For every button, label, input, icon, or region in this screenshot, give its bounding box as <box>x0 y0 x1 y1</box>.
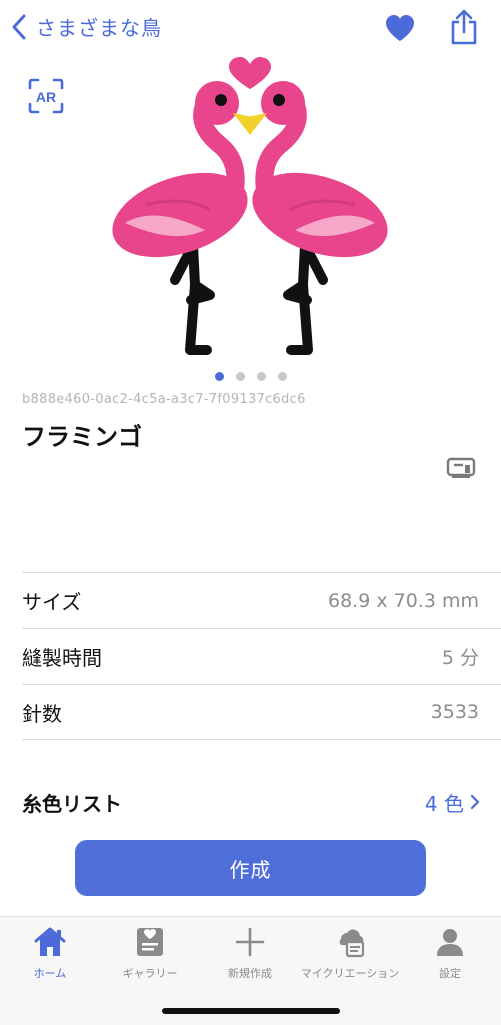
home-icon <box>34 927 66 956</box>
favorite-button[interactable] <box>384 13 416 43</box>
tab-label: ホーム <box>33 967 67 980</box>
thread-count: 4 色 <box>424 791 464 816</box>
tab-settings[interactable]: 設定 <box>400 925 500 981</box>
home-indicator <box>162 1008 340 1014</box>
detail-value: 3533 <box>430 701 479 723</box>
tab-label: 設定 <box>439 967 461 980</box>
carousel-dot[interactable] <box>235 372 245 381</box>
ar-text: AR <box>36 89 56 105</box>
tab-new[interactable]: 新規作成 <box>200 925 300 981</box>
thread-list-label: 糸色リスト <box>22 791 122 816</box>
thread-count-link[interactable]: 4 色 <box>425 788 480 817</box>
ar-icon: AR <box>28 78 64 114</box>
detail-label: 針数 <box>22 701 62 726</box>
carousel-dot[interactable] <box>277 372 287 381</box>
detail-row-stitch-count: 針数 3533 <box>22 684 501 740</box>
design-image <box>95 55 405 367</box>
chevron-left-icon <box>12 14 26 39</box>
detail-value: 68.9 x 70.3 mm <box>328 589 479 612</box>
share-button[interactable] <box>448 8 480 46</box>
detail-label: 縫製時間 <box>22 646 102 670</box>
ar-button[interactable]: AR <box>28 78 64 114</box>
design-title: フラミンゴ <box>22 423 142 451</box>
carousel-dot[interactable] <box>256 372 266 381</box>
tab-my-creation[interactable]: マイクリエーション <box>300 925 400 981</box>
gallery-icon <box>137 928 163 956</box>
tab-gallery[interactable]: ギャラリー <box>100 925 200 981</box>
heart-icon <box>386 15 414 41</box>
tab-label: ギャラリー <box>122 967 178 980</box>
my-creation-icon <box>339 929 365 958</box>
details-list: サイズ 68.9 x 70.3 mm 縫製時間 5 分 針数 3533 <box>22 572 501 740</box>
detail-value: 5 分 <box>441 647 479 669</box>
carousel-dots <box>0 372 501 381</box>
tab-label: 新規作成 <box>228 967 272 980</box>
detail-row-sewing-time: 縫製時間 5 分 <box>22 628 501 684</box>
back-label: さまざまな鳥 <box>36 16 162 40</box>
design-id: b888e460-0ac2-4c5a-a3c7-7f09137c6dc6 <box>22 392 306 407</box>
back-button[interactable]: さまざまな鳥 <box>10 12 162 41</box>
detail-row-size: サイズ 68.9 x 70.3 mm <box>22 572 501 628</box>
embroidery-machine-icon <box>446 457 476 478</box>
tab-label: マイクリエーション <box>300 967 400 980</box>
person-icon <box>437 929 463 956</box>
share-icon <box>451 9 477 45</box>
flamingo-embroidery-image <box>112 57 388 355</box>
chevron-right-icon <box>470 794 480 810</box>
plus-icon <box>235 927 265 957</box>
tab-home[interactable]: ホーム <box>0 925 100 981</box>
detail-label: サイズ <box>22 590 82 614</box>
machine-button[interactable] <box>446 456 476 480</box>
carousel-dot[interactable] <box>214 372 224 381</box>
thread-color-list-row[interactable]: 糸色リスト 4 色 <box>22 780 480 824</box>
create-button[interactable]: 作成 <box>75 840 426 896</box>
